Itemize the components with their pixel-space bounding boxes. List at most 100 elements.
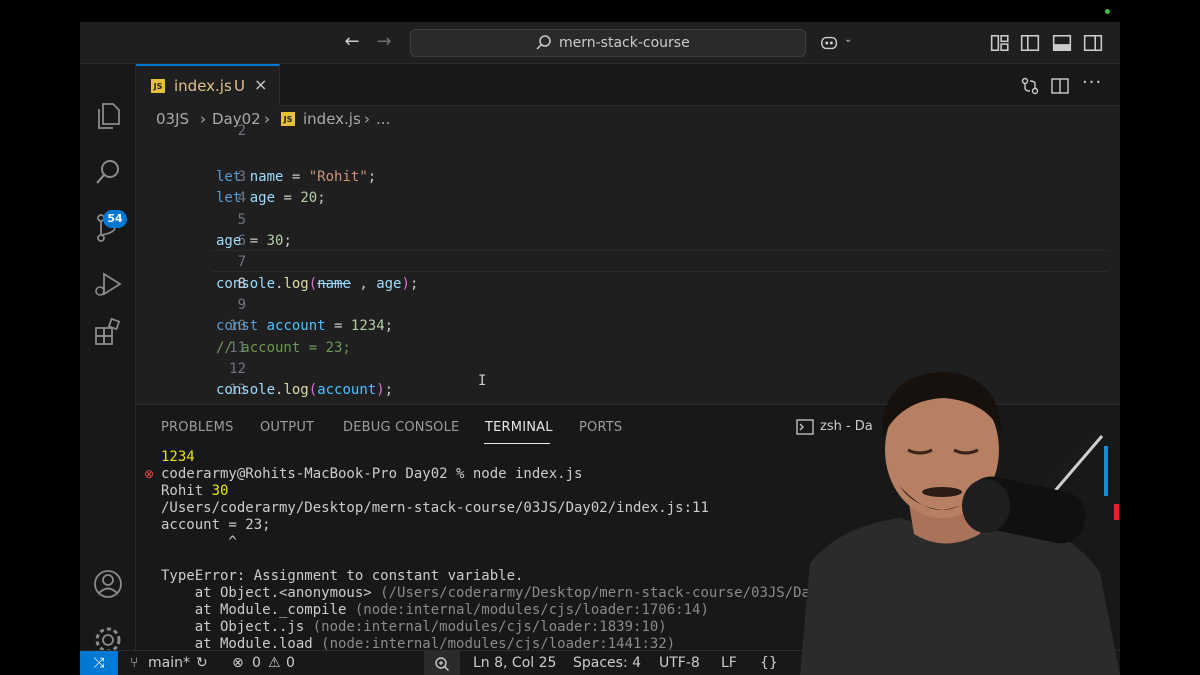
sync-icon[interactable]: ↻ (196, 655, 208, 671)
keyword: let (216, 190, 242, 206)
toggle-secondary-sidebar-icon[interactable] (1083, 33, 1103, 53)
string-literal: "Rohit" (308, 169, 368, 185)
number-literal: 30 (266, 233, 284, 249)
language-mode-icon[interactable]: {} (760, 655, 778, 671)
javascript-file-icon: JS (151, 79, 165, 93)
tab-terminal[interactable]: TERMINAL (485, 420, 553, 435)
customize-layout-icon[interactable] (990, 33, 1010, 53)
code-line: let age = 20; (216, 188, 326, 209)
copilot-icon[interactable] (820, 33, 840, 53)
terminal-stack-line: at Object..js (node:internal/modules/cjs… (161, 619, 667, 636)
terminal-number: 30 (211, 483, 229, 499)
javascript-file-icon: JS (281, 112, 295, 126)
branch-icon[interactable]: ⑂ (130, 655, 138, 671)
terminal-output-line: /Users/coderarmy/Desktop/mern-stack-cour… (161, 500, 709, 516)
code-line: const account = 1234; (216, 316, 393, 337)
breadcrumb-file-index-js[interactable]: index.js (303, 110, 361, 128)
end-of-line[interactable]: LF (721, 655, 737, 671)
explorer-icon[interactable] (92, 100, 124, 132)
tab-close-icon[interactable]: × (254, 75, 267, 94)
tab-debug-console[interactable]: DEBUG CONSOLE (343, 420, 459, 435)
warnings-count[interactable]: 0 (286, 655, 295, 671)
line-number: 12 (229, 361, 246, 377)
terminal-text: at Object..js (161, 619, 313, 635)
accounts-icon[interactable] (92, 568, 124, 600)
function-name: log (283, 276, 309, 292)
identifier: account (317, 382, 377, 398)
punctuation: ; (367, 169, 377, 185)
terminal-output-line: 1234 (161, 449, 195, 465)
operator: = (241, 233, 267, 249)
tab-ports[interactable]: PORTS (579, 420, 622, 435)
back-arrow-icon[interactable]: ← (340, 30, 364, 54)
breadcrumb-folder-03js[interactable]: 03JS (156, 110, 189, 128)
line-number: 5 (237, 212, 246, 228)
terminal-text: at Module.load (161, 636, 322, 651)
breadcrumb: 03JS › Day02 › JS index.js › ... (136, 106, 1120, 132)
punctuation: ; (409, 276, 419, 292)
search-icon[interactable] (92, 156, 124, 188)
command-center-search[interactable]: mern-stack-course (410, 29, 806, 57)
zoom-icon (435, 657, 449, 671)
warnings-icon[interactable]: ⚠ (268, 655, 281, 671)
presenter-webcam-overlay (800, 372, 1120, 675)
line-number: 7 (237, 254, 246, 270)
punctuation: ( (308, 276, 318, 292)
terminal-path: (/Users/coderarmy/Desktop/mern-stack-cou… (380, 585, 827, 601)
identifier: age (376, 276, 402, 292)
terminal-output-line: Rohit 30 (161, 483, 228, 500)
extensions-icon[interactable] (92, 316, 124, 348)
breadcrumb-symbols[interactable]: ... (376, 110, 390, 128)
editor-tabs: JS index.js U × ··· (136, 64, 1120, 106)
split-editor-icon[interactable] (1050, 76, 1070, 96)
forward-arrow-icon[interactable]: → (372, 30, 396, 54)
tab-untracked-flag: U (234, 77, 245, 95)
terminal-path: (node:internal/modules/cjs/loader:1441:3… (321, 636, 676, 651)
current-line-highlight (212, 250, 1108, 272)
terminal-output-line: account = 23; (161, 517, 271, 533)
run-and-debug-icon[interactable] (92, 268, 124, 300)
tab-file-name: index.js (174, 77, 232, 95)
terminal-text: at Module._compile (161, 602, 355, 618)
tab-problems[interactable]: PROBLEMS (161, 420, 234, 435)
search-icon (536, 35, 551, 50)
activity-bar: 54 (80, 64, 136, 653)
side-indicator (1104, 446, 1108, 496)
identifier: console (216, 382, 276, 398)
more-actions-icon[interactable]: ··· (1082, 72, 1102, 93)
microphone-grill (962, 479, 1010, 533)
terminal-prompt-line: coderarmy@Rohits-MacBook-Pro Day02 % nod… (161, 466, 583, 482)
open-changes-icon[interactable] (1020, 76, 1040, 96)
terminal-text: Rohit (161, 483, 212, 499)
identifier: console (216, 276, 276, 292)
punctuation: ; (317, 190, 326, 206)
cursor-position[interactable]: Ln 8, Col 25 (473, 655, 556, 671)
terminal-stack-line: at Object.<anonymous> (/Users/coderarmy/… (161, 585, 827, 602)
command-failed-icon: ⊗ (144, 467, 155, 481)
tab-output[interactable]: OUTPUT (260, 420, 314, 435)
code-line: console.log(account); (216, 380, 393, 401)
toggle-primary-sidebar-icon[interactable] (1020, 33, 1040, 53)
remote-indicator-icon[interactable]: ⤨ (80, 651, 118, 675)
text-cursor-icon: I (478, 373, 487, 389)
zoom-button[interactable] (424, 651, 460, 675)
punctuation: ( (308, 382, 318, 398)
side-indicator (1114, 504, 1119, 520)
errors-icon[interactable]: ⊗ (232, 655, 244, 671)
indentation[interactable]: Spaces: 4 (573, 655, 641, 671)
toggle-panel-icon[interactable] (1052, 33, 1072, 53)
branch-name[interactable]: main* (148, 655, 190, 671)
punctuation: ; (283, 233, 292, 249)
errors-count[interactable]: 0 (252, 655, 261, 671)
identifier: name (249, 169, 284, 185)
source-control-badge: 54 (103, 210, 127, 228)
code-comment: // account = 23; (216, 340, 351, 356)
copilot-chevron-down-icon[interactable]: ⌄ (844, 34, 852, 45)
recording-indicator (1105, 9, 1110, 14)
active-tab-underline (484, 443, 550, 444)
keyword: const (216, 318, 259, 334)
encoding[interactable]: UTF-8 (659, 655, 700, 671)
number-literal: 20 (300, 190, 318, 206)
tab-index-js[interactable]: JS index.js U × (136, 64, 280, 106)
terminal-error-line: TypeError: Assignment to constant variab… (161, 568, 524, 584)
